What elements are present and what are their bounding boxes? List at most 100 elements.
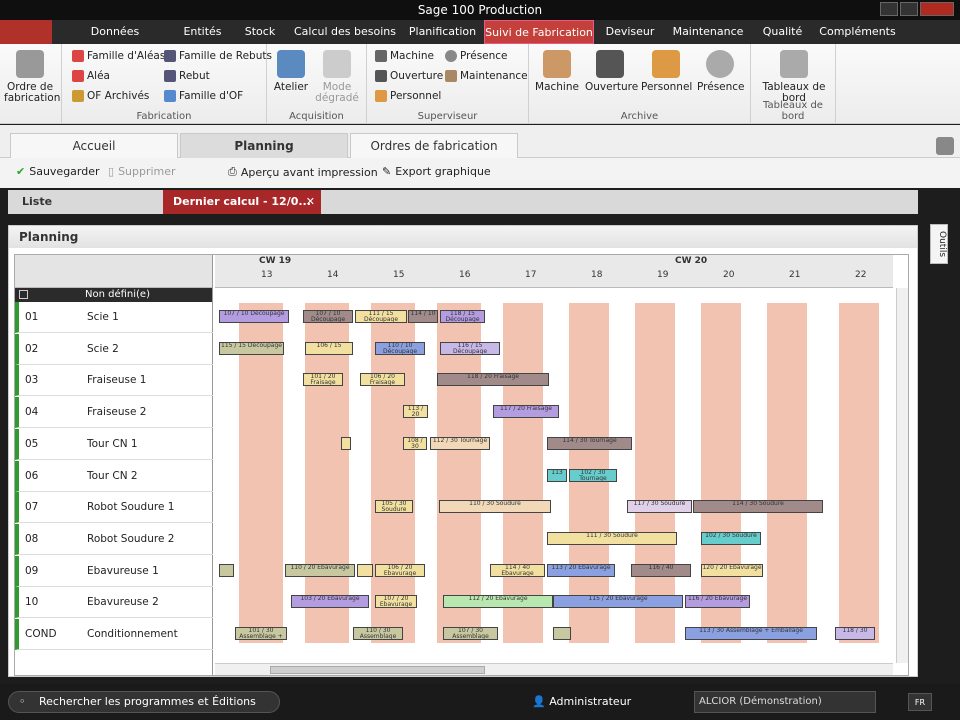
maximize-button[interactable] xyxy=(900,2,918,16)
resource-row[interactable]: 10 Ebavureuse 2 xyxy=(15,587,213,619)
company-selector[interactable]: ALCIOR (Démonstration) xyxy=(694,691,876,713)
alea-button[interactable]: Aléa xyxy=(72,70,110,82)
of-archives-button[interactable]: OF Archivés xyxy=(72,90,149,102)
atelier-button[interactable]: Atelier xyxy=(271,50,311,93)
menu-deviseur[interactable]: Deviseur xyxy=(600,20,660,44)
operation-bar[interactable]: 110 / 30 Assemblage xyxy=(353,627,403,640)
menu-entites[interactable]: Entités xyxy=(175,20,230,44)
operation-bar[interactable]: 114 / 30 Tournage xyxy=(547,436,632,450)
operation-bar[interactable] xyxy=(341,436,351,450)
operation-bar[interactable]: 110 / 10 Découpage xyxy=(375,341,425,355)
collapse-icon[interactable] xyxy=(19,290,28,299)
delete-button[interactable]: ▯ Supprimer xyxy=(108,165,176,178)
resource-row[interactable]: 05 Tour CN 1 xyxy=(15,428,213,460)
operation-bar[interactable] xyxy=(357,563,373,577)
menu-suivi-fabrication[interactable]: Suivi de Fabrication xyxy=(484,20,594,44)
language-button[interactable]: FR xyxy=(908,693,932,711)
mode-degrade-button[interactable]: Mode dégradé xyxy=(315,50,359,104)
operation-bar[interactable]: 107 / 20 Ebavurage xyxy=(375,595,417,609)
user-label[interactable]: 👤 Administrateur xyxy=(532,695,631,708)
operation-bar[interactable]: 115 / 20 Ebavurage xyxy=(553,595,683,609)
outils-button[interactable]: Outils xyxy=(930,224,948,264)
operation-bar[interactable]: 106 / 20 Fraisage xyxy=(360,373,405,387)
resource-row[interactable]: 02 Scie 2 xyxy=(15,333,213,365)
operation-bar[interactable]: 117 / 20 Fraisage xyxy=(493,405,559,419)
tab-planning[interactable]: Planning xyxy=(180,133,348,158)
arch-personnel-button[interactable]: Personnel xyxy=(641,50,692,93)
minimize-button[interactable] xyxy=(880,2,898,16)
operation-bar[interactable]: 110 / 30 Soudure xyxy=(439,500,551,514)
group-header-non-defini[interactable]: Non défini(e) xyxy=(15,288,212,302)
sup-maintenance-button[interactable]: Maintenance xyxy=(445,70,528,82)
save-button[interactable]: ✔ Sauvegarder xyxy=(16,165,100,178)
operation-bar[interactable]: 117 / 30 Soudure xyxy=(627,500,692,514)
operation-bar[interactable]: 114 / 30 Soudure xyxy=(693,500,823,514)
sup-machine-button[interactable]: Machine xyxy=(375,50,434,62)
operation-bar[interactable]: 113 / 30 Assemblage + Emballage xyxy=(685,627,817,640)
operation-bar[interactable]: 118 / 15 Découpage xyxy=(440,310,485,323)
operation-bar[interactable]: 116 / 20 Ebavurage xyxy=(685,595,750,609)
sup-ouverture-button[interactable]: Ouverture xyxy=(375,70,443,82)
operation-bar[interactable]: 108 / 30 xyxy=(403,436,427,450)
close-tab-icon[interactable]: ✕ xyxy=(306,190,315,214)
scroll-thumb[interactable] xyxy=(270,666,485,674)
operation-bar[interactable]: 113 / 20 xyxy=(403,405,428,419)
resource-row[interactable]: 04 Fraiseuse 2 xyxy=(15,397,213,429)
operation-bar[interactable] xyxy=(553,627,571,640)
menu-donnees-techniques[interactable]: Données techniques xyxy=(60,20,170,62)
operation-bar[interactable]: 111 / 30 Soudure xyxy=(547,531,677,545)
menu-planification[interactable]: Planification xyxy=(405,20,480,44)
resource-row[interactable]: 08 Robot Soudure 2 xyxy=(15,523,213,555)
operation-bar[interactable]: 116 / 15 Découpage xyxy=(440,341,500,355)
arch-presence-button[interactable]: Présence xyxy=(697,50,745,93)
arch-machine-button[interactable]: Machine xyxy=(535,50,579,93)
operation-bar[interactable]: 103 / 20 Ebavurage xyxy=(291,595,369,609)
app-menu-button[interactable] xyxy=(0,20,52,44)
famille-aleas-button[interactable]: Famille d'Aléas xyxy=(72,50,165,62)
grid-view-icon[interactable] xyxy=(936,137,954,155)
operation-bar[interactable]: 113 / 20 Ebavurage xyxy=(547,563,615,577)
operation-bar[interactable]: 105 / 30 Soudure xyxy=(375,500,413,514)
sup-presence-button[interactable]: Présence xyxy=(445,50,508,62)
menu-qualite[interactable]: Qualité xyxy=(755,20,810,44)
operation-bar[interactable]: 112 / 20 Ebavurage xyxy=(443,595,553,609)
menu-calcul-besoins[interactable]: Calcul des besoins xyxy=(290,20,400,44)
horizontal-scrollbar[interactable] xyxy=(215,663,893,675)
operation-bar[interactable]: 118 / 20 Fraisage xyxy=(437,373,549,387)
operation-bar[interactable]: 107 / 10 Découpage xyxy=(219,310,289,323)
vertical-scrollbar[interactable] xyxy=(896,288,908,663)
operation-bar[interactable]: 120 / 20 Ebavurage xyxy=(701,563,763,577)
operation-bar[interactable]: 101 / 30 Assemblage + Emb xyxy=(235,627,287,640)
operation-bar[interactable]: 112 / 30 Tournage xyxy=(430,436,490,450)
resource-row[interactable]: 07 Robot Soudure 1 xyxy=(15,492,213,524)
operation-bar[interactable]: 107 / 10 Découpage xyxy=(303,310,353,323)
operation-bar[interactable]: 102 / 30 Tournage xyxy=(569,468,617,482)
operation-bar[interactable]: 101 / 20 Fraisage xyxy=(303,373,343,387)
search-programs-field[interactable]: ◦ Rechercher les programmes et Éditions xyxy=(8,691,280,713)
resource-row[interactable]: 09 Ebavureuse 1 xyxy=(15,555,213,587)
menu-maintenance[interactable]: Maintenance xyxy=(668,20,748,44)
operation-bar[interactable] xyxy=(219,563,234,577)
tableaux-bord-button[interactable]: Tableaux de bord xyxy=(759,50,829,104)
resource-row[interactable]: 06 Tour CN 2 xyxy=(15,460,213,492)
operation-bar[interactable]: 111 / 15 Découpage xyxy=(355,310,407,323)
operation-bar[interactable]: 116 / 40 xyxy=(631,563,691,577)
operation-bar[interactable]: 115 / 15 Découpage xyxy=(219,341,284,355)
print-preview-button[interactable]: ⎙ Aperçu avant impression xyxy=(228,165,378,179)
subtab-liste[interactable]: Liste xyxy=(8,190,163,214)
operation-bar[interactable]: 110 / 20 Ebavurage xyxy=(285,563,355,577)
tab-accueil[interactable]: Accueil xyxy=(10,133,178,158)
operation-bar[interactable]: 107 / 30 Assemblage xyxy=(443,627,498,640)
resource-row[interactable]: 01 Scie 1 xyxy=(15,302,213,333)
operation-bar[interactable]: 114 / 40 Ebavurage xyxy=(490,563,545,577)
close-button[interactable] xyxy=(920,2,954,16)
rebut-button[interactable]: Rebut xyxy=(164,70,210,82)
famille-rebuts-button[interactable]: Famille de Rebuts xyxy=(164,50,272,62)
arch-ouverture-button[interactable]: Ouverture xyxy=(585,50,638,93)
menu-complements[interactable]: Compléments xyxy=(815,20,900,44)
menu-stock[interactable]: Stock xyxy=(235,20,285,44)
export-graphic-button[interactable]: ✎ Export graphique xyxy=(382,165,491,178)
operation-bar[interactable]: 118 / 30 xyxy=(835,627,875,640)
resource-row[interactable]: 03 Fraiseuse 1 xyxy=(15,365,213,397)
resource-row[interactable]: COND Conditionnement xyxy=(15,619,213,650)
